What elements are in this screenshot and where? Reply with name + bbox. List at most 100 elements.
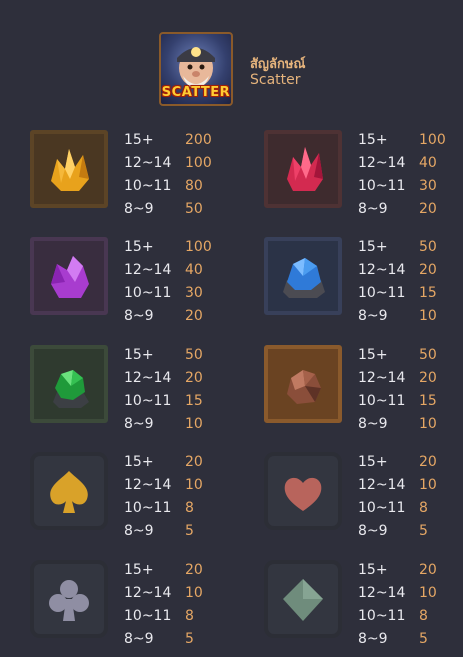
pay-row: 15+ 20 bbox=[358, 452, 437, 475]
count: 8~9 bbox=[358, 201, 388, 217]
scatter-subtitle: Scatter bbox=[250, 72, 301, 88]
symbol-yellow-crystal: 15+ 200 12~14 100 10~11 80 8~9 50 bbox=[30, 130, 250, 217]
payout: 10 bbox=[419, 308, 437, 324]
count: 10~11 bbox=[124, 178, 172, 194]
pay-row: 8~9 5 bbox=[124, 629, 203, 652]
payout: 10 bbox=[185, 477, 203, 493]
pay-row: 12~14 100 bbox=[124, 153, 212, 176]
count: 10~11 bbox=[358, 285, 406, 301]
blue-crystal-tile bbox=[264, 237, 342, 315]
count: 10~11 bbox=[358, 393, 406, 409]
count: 15+ bbox=[124, 454, 154, 470]
count: 15+ bbox=[358, 454, 388, 470]
payout: 20 bbox=[419, 370, 437, 386]
spade-tile bbox=[30, 452, 108, 530]
payout: 8 bbox=[185, 608, 194, 624]
payout: 100 bbox=[419, 132, 446, 148]
count: 10~11 bbox=[358, 608, 406, 624]
payout: 5 bbox=[185, 523, 194, 539]
payout: 10 bbox=[185, 416, 203, 432]
pay-row: 10~11 15 bbox=[358, 391, 437, 414]
count: 15+ bbox=[358, 347, 388, 363]
payout: 5 bbox=[185, 631, 194, 647]
count: 8~9 bbox=[358, 523, 388, 539]
pay-row: 10~11 8 bbox=[358, 606, 437, 629]
pay-row: 15+ 20 bbox=[124, 452, 203, 475]
payout: 15 bbox=[419, 393, 437, 409]
payout: 10 bbox=[419, 416, 437, 432]
payout: 200 bbox=[185, 132, 212, 148]
payout: 20 bbox=[419, 454, 437, 470]
payout: 50 bbox=[185, 347, 203, 363]
count: 8~9 bbox=[124, 308, 154, 324]
pay-row: 8~9 5 bbox=[124, 521, 203, 544]
payout: 30 bbox=[185, 285, 203, 301]
pay-row: 10~11 8 bbox=[358, 498, 437, 521]
count: 8~9 bbox=[124, 631, 154, 647]
pay-row: 12~14 20 bbox=[124, 368, 203, 391]
pay-row: 15+ 50 bbox=[358, 345, 437, 368]
payout: 20 bbox=[185, 308, 203, 324]
pay-row: 8~9 10 bbox=[358, 306, 437, 329]
count: 8~9 bbox=[124, 416, 154, 432]
heart-tile bbox=[264, 452, 342, 530]
count: 8~9 bbox=[358, 416, 388, 432]
copper-ore-icon bbox=[287, 370, 321, 404]
pay-row: 12~14 10 bbox=[358, 583, 437, 606]
count: 10~11 bbox=[358, 500, 406, 516]
count: 12~14 bbox=[124, 262, 172, 278]
pay-row: 12~14 20 bbox=[358, 260, 437, 283]
payout: 50 bbox=[185, 201, 203, 217]
payout: 50 bbox=[419, 347, 437, 363]
payout: 10 bbox=[185, 585, 203, 601]
payout: 80 bbox=[185, 178, 203, 194]
count: 15+ bbox=[124, 562, 154, 578]
count: 12~14 bbox=[124, 155, 172, 171]
symbol-blue-crystal: 15+ 50 12~14 20 10~11 15 8~9 10 bbox=[264, 237, 463, 324]
count: 15+ bbox=[358, 239, 388, 255]
count: 8~9 bbox=[358, 631, 388, 647]
diamond-icon bbox=[283, 579, 323, 621]
payout: 30 bbox=[419, 178, 437, 194]
count: 15+ bbox=[124, 347, 154, 363]
payout: 8 bbox=[419, 608, 428, 624]
pay-row: 10~11 80 bbox=[124, 176, 212, 199]
symbol-purple-crystal: 15+ 100 12~14 40 10~11 30 8~9 20 bbox=[30, 237, 250, 324]
pay-row: 12~14 20 bbox=[358, 368, 437, 391]
purple-crystal-tile bbox=[30, 237, 108, 315]
payout: 5 bbox=[419, 523, 428, 539]
count: 15+ bbox=[358, 562, 388, 578]
payout: 20 bbox=[419, 262, 437, 278]
pay-row: 12~14 40 bbox=[358, 153, 446, 176]
count: 12~14 bbox=[358, 585, 406, 601]
pay-row: 15+ 50 bbox=[124, 345, 203, 368]
count: 8~9 bbox=[124, 201, 154, 217]
pay-row: 12~14 40 bbox=[124, 260, 212, 283]
payout: 20 bbox=[185, 370, 203, 386]
payout: 10 bbox=[419, 585, 437, 601]
payout: 8 bbox=[185, 500, 194, 516]
payout: 50 bbox=[419, 239, 437, 255]
count: 10~11 bbox=[124, 500, 172, 516]
count: 15+ bbox=[124, 132, 154, 148]
diamond-tile bbox=[264, 560, 342, 638]
payout: 15 bbox=[185, 393, 203, 409]
payout: 20 bbox=[185, 454, 203, 470]
pay-row: 15+ 20 bbox=[124, 560, 203, 583]
symbol-diamond: 15+ 20 12~14 10 10~11 8 8~9 5 bbox=[264, 560, 463, 647]
club-tile bbox=[30, 560, 108, 638]
pay-row: 8~9 10 bbox=[358, 414, 437, 437]
count: 12~14 bbox=[358, 370, 406, 386]
pay-row: 8~9 20 bbox=[124, 306, 212, 329]
yellow-crystal-icon bbox=[51, 149, 89, 191]
symbol-spade: 15+ 20 12~14 10 10~11 8 8~9 5 bbox=[30, 452, 250, 539]
payout: 15 bbox=[419, 285, 437, 301]
payout: 20 bbox=[419, 201, 437, 217]
pay-row: 12~14 10 bbox=[124, 583, 203, 606]
payout: 5 bbox=[419, 631, 428, 647]
payout: 20 bbox=[419, 562, 437, 578]
green-gem-tile bbox=[30, 345, 108, 423]
pay-row: 10~11 15 bbox=[358, 283, 437, 306]
symbol-red-crystal: 15+ 100 12~14 40 10~11 30 8~9 20 bbox=[264, 130, 463, 217]
pay-row: 8~9 5 bbox=[358, 629, 437, 652]
